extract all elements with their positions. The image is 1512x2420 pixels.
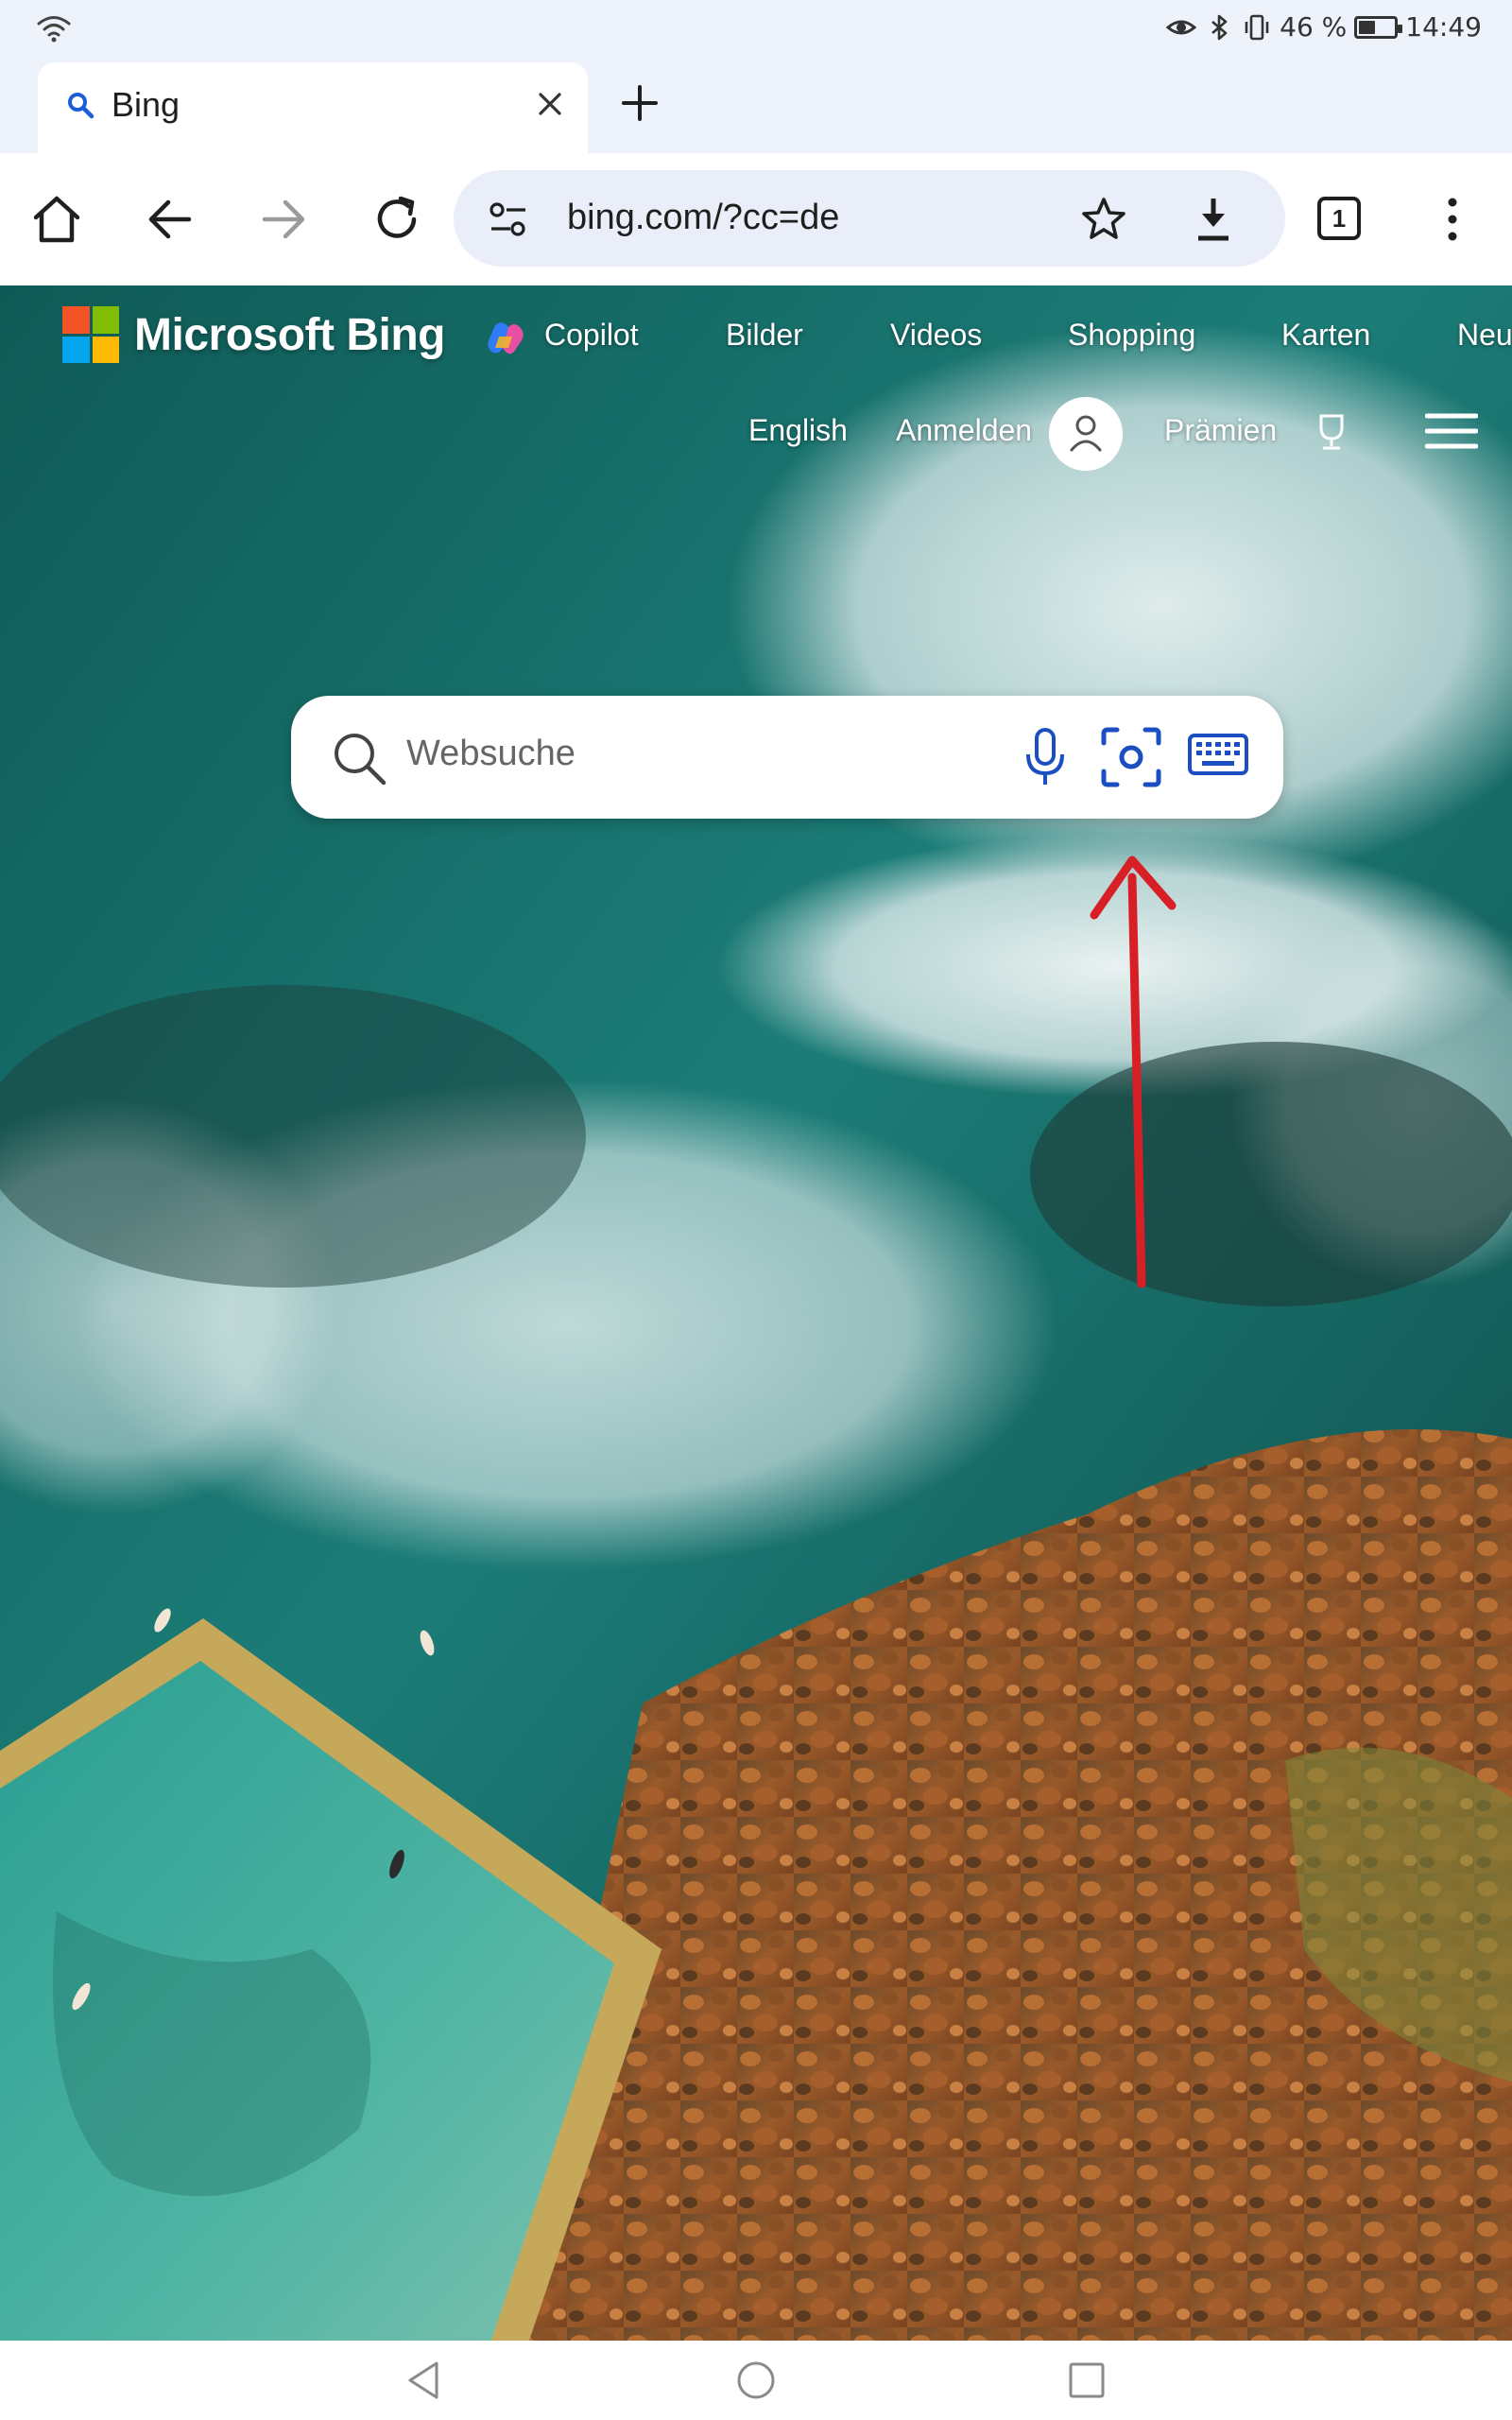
search-icon <box>335 734 387 786</box>
home-circle-icon[interactable] <box>731 2356 781 2405</box>
site-settings-icon[interactable] <box>488 200 529 238</box>
tab-title: Bing <box>112 85 180 124</box>
back-icon[interactable] <box>142 191 198 248</box>
battery-icon <box>1354 15 1403 39</box>
download-icon[interactable] <box>1189 193 1238 246</box>
annotation-arrow <box>1090 856 1177 1288</box>
hamburger-menu-icon[interactable] <box>1425 412 1478 450</box>
home-icon[interactable] <box>28 191 85 248</box>
rewards-link[interactable]: Prämien <box>1164 413 1277 448</box>
system-navigation-bar <box>0 2341 1512 2420</box>
aerial-ocean-rockpool-image <box>0 285 1512 2341</box>
tab-strip: Bing <box>0 59 1512 153</box>
url-text: bing.com/?cc=de <box>567 198 840 237</box>
eye-icon <box>1166 20 1197 34</box>
battery-percent: 46 % <box>1280 11 1348 43</box>
search-input[interactable]: Websuche <box>406 734 576 774</box>
microsoft-logo-icon <box>62 306 119 363</box>
back-triangle-icon[interactable] <box>401 2356 450 2405</box>
visual-search-icon[interactable] <box>1100 726 1162 788</box>
search-box[interactable]: Websuche <box>291 696 1283 819</box>
nav-shopping[interactable]: Shopping <box>1068 318 1195 353</box>
keyboard-icon[interactable] <box>1187 732 1249 781</box>
bing-logo[interactable]: Microsoft Bing <box>62 306 445 363</box>
address-bar[interactable]: bing.com/?cc=de <box>454 170 1285 267</box>
wifi-icon <box>37 16 71 43</box>
close-icon[interactable] <box>529 83 571 125</box>
copilot-icon[interactable] <box>486 320 525 357</box>
nav-bilder[interactable]: Bilder <box>726 318 803 353</box>
bluetooth-icon <box>1211 14 1228 40</box>
microphone-icon[interactable] <box>1021 726 1070 788</box>
signin-link[interactable]: Anmelden <box>896 413 1032 448</box>
search-icon <box>68 93 94 119</box>
nav-copilot[interactable]: Copilot <box>544 318 639 353</box>
language-link[interactable]: English <box>748 413 848 448</box>
new-tab-plus-icon[interactable] <box>616 79 663 127</box>
clock: 14:49 <box>1405 11 1482 43</box>
vibrate-icon <box>1245 14 1269 40</box>
forward-icon[interactable] <box>255 191 312 248</box>
rewards-trophy-icon[interactable] <box>1310 410 1353 454</box>
status-bar: 46 % 14:49 <box>0 0 1512 59</box>
recents-square-icon[interactable] <box>1062 2356 1111 2405</box>
tab-switcher-icon[interactable]: 1 <box>1317 197 1361 240</box>
browser-toolbar: bing.com/?cc=de 1 <box>0 153 1512 285</box>
bing-homepage: Microsoft Bing Copilot Bilder Videos Sho… <box>0 285 1512 2341</box>
nav-neu[interactable]: Neu <box>1457 318 1512 353</box>
nav-karten[interactable]: Karten <box>1281 318 1370 353</box>
star-icon[interactable] <box>1079 195 1128 244</box>
more-icon[interactable] <box>1438 191 1467 248</box>
avatar-icon[interactable] <box>1049 397 1123 471</box>
bing-brand-text: Microsoft Bing <box>134 309 445 360</box>
browser-tab[interactable]: Bing <box>38 62 588 153</box>
reload-icon[interactable] <box>369 191 425 248</box>
nav-videos[interactable]: Videos <box>890 318 982 353</box>
